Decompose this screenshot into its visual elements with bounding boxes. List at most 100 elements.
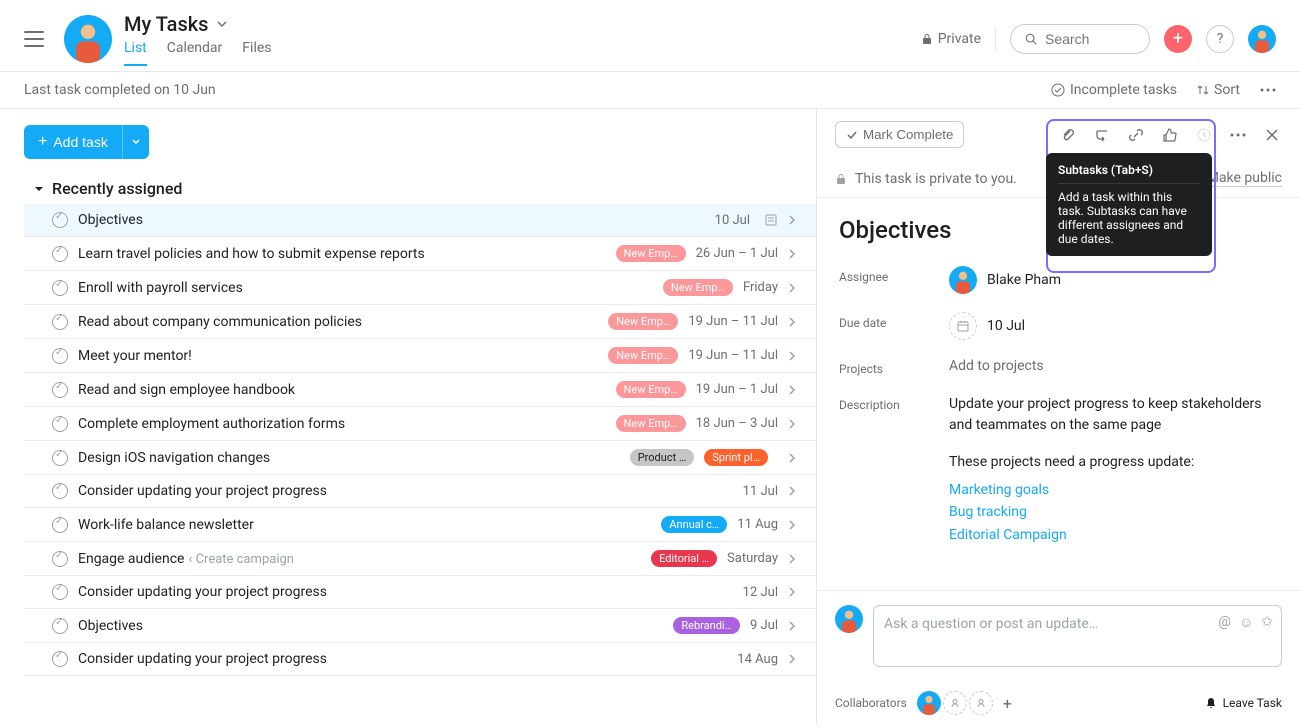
project-tag[interactable]: New Emp…	[663, 279, 733, 296]
task-row[interactable]: Consider updating your project progress …	[24, 643, 816, 676]
project-tag[interactable]: New Emp…	[608, 347, 678, 364]
project-tag[interactable]: New Emp…	[608, 313, 678, 330]
task-detail-pane: Subtasks (Tab+S) Add a task within this …	[816, 109, 1300, 725]
complete-checkbox[interactable]	[52, 246, 68, 262]
assignee-value[interactable]: Blake Pham	[949, 266, 1278, 294]
due-date-value[interactable]: 10 Jul	[949, 312, 1278, 340]
add-collaborator[interactable]	[969, 691, 993, 715]
search-input[interactable]	[1045, 31, 1135, 47]
task-row[interactable]: Complete employment authorization forms …	[24, 407, 816, 441]
task-row[interactable]: Consider updating your project progress …	[24, 475, 816, 508]
mention-icon[interactable]: @	[1218, 614, 1231, 631]
project-tag[interactable]: Editorial …	[651, 550, 717, 567]
comment-input[interactable]: Ask a question or post an update… @ ☺ ✩	[873, 605, 1282, 667]
add-task-button[interactable]: +Add task	[24, 125, 122, 159]
complete-checkbox[interactable]	[52, 618, 68, 634]
project-tag[interactable]: New Emp…	[616, 245, 686, 262]
task-name: Meet your mentor!	[78, 348, 598, 364]
add-collaborator[interactable]	[943, 691, 967, 715]
sort-icon	[1197, 84, 1209, 96]
leave-task-button[interactable]: Leave Task	[1204, 696, 1282, 710]
chevron-right-icon	[788, 452, 796, 464]
menu-icon[interactable]	[24, 31, 44, 47]
lock-icon	[921, 33, 933, 45]
complete-checkbox[interactable]	[52, 382, 68, 398]
complete-checkbox[interactable]	[52, 212, 68, 228]
complete-checkbox[interactable]	[52, 280, 68, 296]
task-date: 19 Jun – 11 Jul	[688, 314, 778, 329]
help-button[interactable]: ?	[1206, 25, 1234, 53]
add-button[interactable]: +	[1164, 25, 1192, 53]
make-public-link[interactable]: Make public	[1207, 170, 1282, 187]
tab-list[interactable]: List	[124, 40, 147, 66]
complete-checkbox[interactable]	[52, 314, 68, 330]
privacy-indicator[interactable]: Private	[921, 31, 981, 47]
project-tag[interactable]: Annual c…	[661, 516, 727, 533]
search-box[interactable]	[1010, 24, 1150, 54]
task-date: 14 Aug	[737, 652, 778, 667]
tab-calendar[interactable]: Calendar	[167, 40, 223, 66]
chevron-down-icon[interactable]	[216, 18, 228, 30]
collaborator-avatar[interactable]	[917, 691, 941, 715]
link-icon[interactable]	[1126, 125, 1146, 145]
sort-button[interactable]: Sort	[1197, 82, 1240, 98]
task-row[interactable]: Engage audience‹ Create campaign Editori…	[24, 542, 816, 576]
task-row[interactable]: Consider updating your project progress …	[24, 576, 816, 609]
like-icon[interactable]	[1160, 125, 1180, 145]
complete-checkbox[interactable]	[52, 450, 68, 466]
add-collaborator-plus[interactable]: +	[1003, 694, 1012, 713]
task-row[interactable]: Objectives 10 Jul	[24, 204, 816, 237]
complete-checkbox[interactable]	[52, 584, 68, 600]
projects-label: Projects	[839, 358, 949, 376]
task-name: Work-life balance newsletter	[78, 517, 651, 533]
project-tag[interactable]: New Emp…	[616, 381, 686, 398]
harvest-icon[interactable]	[1194, 125, 1214, 145]
section-header[interactable]: Recently assigned	[24, 173, 816, 204]
close-icon[interactable]	[1262, 125, 1282, 145]
more-options[interactable]	[1260, 88, 1276, 92]
description-text[interactable]: Update your project progress to keep sta…	[949, 394, 1278, 436]
task-row[interactable]: Learn travel policies and how to submit …	[24, 237, 816, 271]
task-row[interactable]: Work-life balance newsletter Annual c… 1…	[24, 508, 816, 542]
project-tag[interactable]: Product …	[630, 449, 695, 466]
mark-complete-button[interactable]: Mark Complete	[835, 121, 964, 148]
complete-checkbox[interactable]	[52, 517, 68, 533]
task-list-pane: +Add task Recently assigned Objectives 1…	[0, 109, 816, 725]
task-row[interactable]: Meet your mentor! New Emp… 19 Jun – 11 J…	[24, 339, 816, 373]
task-row[interactable]: Design iOS navigation changes Product …S…	[24, 441, 816, 475]
complete-checkbox[interactable]	[52, 416, 68, 432]
project-link[interactable]: Marketing goals	[949, 479, 1278, 501]
emoji-icon[interactable]: ☺	[1239, 614, 1253, 631]
complete-checkbox[interactable]	[52, 348, 68, 364]
chevron-right-icon	[788, 384, 796, 396]
task-date: 9 Jul	[750, 618, 778, 633]
attachment-icon[interactable]	[1058, 125, 1078, 145]
projects-value[interactable]: Add to projects	[949, 358, 1278, 374]
project-tag[interactable]: Sprint pl…	[704, 449, 768, 466]
task-date: 12 Jul	[743, 585, 778, 600]
complete-checkbox[interactable]	[52, 551, 68, 567]
add-task-dropdown[interactable]	[122, 125, 149, 159]
chevron-right-icon	[788, 418, 796, 430]
project-link[interactable]: Bug tracking	[949, 501, 1278, 523]
complete-checkbox[interactable]	[52, 651, 68, 667]
profile-avatar[interactable]	[64, 15, 112, 63]
project-link[interactable]: Editorial Campaign	[949, 524, 1278, 546]
project-tag[interactable]: Rebrandi…	[673, 617, 740, 634]
task-row[interactable]: Read and sign employee handbook New Emp……	[24, 373, 816, 407]
subtasks-icon[interactable]	[1092, 125, 1112, 145]
tab-files[interactable]: Files	[242, 40, 271, 66]
task-row[interactable]: Enroll with payroll services New Emp… Fr…	[24, 271, 816, 305]
task-name: Objectives	[78, 618, 663, 634]
task-row[interactable]: Read about company communication policie…	[24, 305, 816, 339]
complete-checkbox[interactable]	[52, 483, 68, 499]
more-icon[interactable]	[1228, 125, 1248, 145]
chevron-right-icon	[788, 620, 796, 632]
form-icon	[764, 213, 778, 227]
chevron-right-icon	[788, 485, 796, 497]
filter-incomplete[interactable]: Incomplete tasks	[1051, 82, 1177, 98]
star-icon[interactable]: ✩	[1261, 614, 1273, 631]
user-avatar[interactable]	[1248, 25, 1276, 53]
task-row[interactable]: Objectives Rebrandi… 9 Jul	[24, 609, 816, 643]
project-tag[interactable]: New Emp…	[616, 415, 686, 432]
